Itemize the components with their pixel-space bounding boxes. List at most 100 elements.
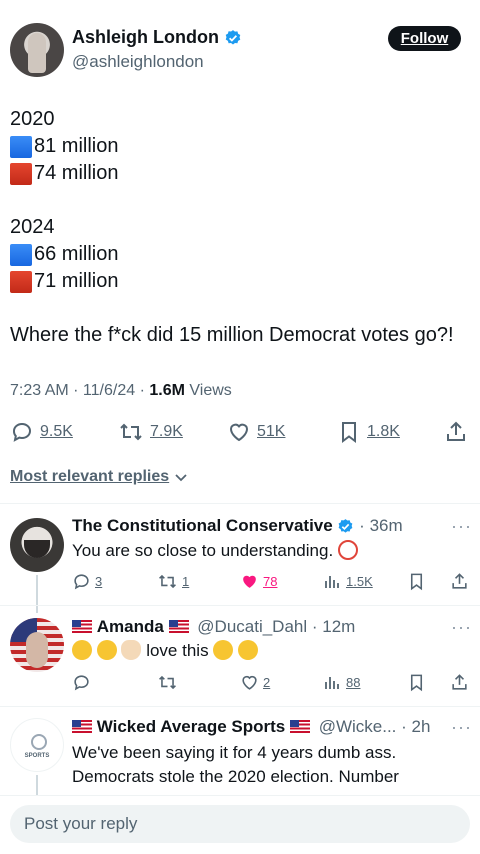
reply-author-name[interactable]: Amanda — [97, 617, 164, 636]
reply-time[interactable]: 12m — [322, 617, 355, 636]
reply-like-action[interactable]: 78 — [240, 572, 277, 591]
reply-avatar[interactable]: SPORTS — [10, 718, 64, 772]
post-line-2020-red: 74 million — [10, 160, 454, 187]
more-options-icon[interactable]: ··· — [451, 717, 472, 738]
author-handle: @ashleighlondon — [72, 52, 204, 71]
reply-icon — [72, 673, 91, 692]
reply-author-handle[interactable]: @Ducati_Dahl — [197, 617, 307, 636]
reply-share-action[interactable] — [450, 673, 469, 692]
reply-views-action[interactable]: 1.5K — [324, 572, 373, 590]
reply-avatar[interactable] — [10, 618, 64, 672]
laughing-emoji-icon — [238, 639, 259, 660]
share-action[interactable] — [444, 420, 468, 444]
reply-avatar[interactable] — [10, 518, 64, 572]
post-date[interactable]: 11/6/24 — [83, 382, 135, 399]
post-question: Where the f*ck did 15 million Democrat v… — [10, 324, 454, 346]
reply-reply-action[interactable]: 3 — [72, 572, 102, 591]
reply-repost-action[interactable]: 1 — [157, 572, 189, 591]
like-count: 2 — [263, 675, 271, 690]
more-options-icon[interactable]: ··· — [451, 516, 472, 537]
share-icon — [450, 572, 469, 591]
repost-count: 7.9K — [150, 423, 183, 440]
reply-author-name[interactable]: Wicked Average Sports — [97, 717, 286, 736]
divider — [0, 706, 480, 707]
reply-icon — [10, 420, 34, 444]
reply-text-body: love this — [146, 641, 209, 660]
like-count: 78 — [263, 574, 278, 589]
reply-bookmark-action[interactable] — [407, 572, 426, 591]
share-icon — [450, 673, 469, 692]
reply-time[interactable]: 36m — [370, 516, 403, 535]
reply-views-action[interactable]: 88 — [324, 673, 360, 691]
repost-icon — [157, 572, 178, 591]
heart-icon — [227, 420, 251, 444]
red-square-icon — [10, 162, 32, 185]
post-meta: 7:23 AM · 11/6/24 · 1.6M Views — [10, 382, 232, 399]
laughing-emoji-icon — [96, 639, 117, 660]
bookmark-icon — [407, 673, 426, 692]
bookmark-count: 1.8K — [367, 423, 400, 440]
post-views-count: 1.6M — [149, 382, 185, 399]
like-action[interactable]: 51K — [227, 420, 285, 444]
views-count: 1.5K — [346, 573, 373, 589]
views-icon — [324, 673, 342, 691]
reply-reply-action[interactable] — [72, 673, 95, 692]
thread-line — [36, 775, 38, 797]
reply-author-name[interactable]: The Constitutional Conservative — [72, 516, 333, 535]
divider — [0, 503, 480, 504]
post-time[interactable]: 7:23 AM — [10, 382, 69, 399]
reply-like-action[interactable]: 2 — [240, 673, 270, 692]
post-line-2024-red: 71 million — [10, 268, 454, 295]
post-line-2024-blue: 66 million — [10, 241, 454, 268]
post-year-2020: 2020 — [10, 108, 55, 130]
reply-repost-action[interactable] — [157, 673, 182, 692]
reply-bookmark-action[interactable] — [407, 673, 426, 692]
red-votes-2020: 74 million — [34, 162, 119, 184]
repost-icon — [118, 420, 144, 444]
reply-share-action[interactable] — [450, 572, 469, 591]
reply-author-handle[interactable]: @Wicke... — [319, 717, 397, 736]
replies-sort-label: Most relevant replies — [10, 468, 170, 485]
reply-text-body: You are so close to understanding. — [72, 541, 334, 560]
reply-count: 3 — [95, 574, 103, 589]
reply-text: You are so close to understanding. — [72, 539, 358, 562]
us-flag-icon — [289, 720, 310, 734]
author-avatar[interactable] — [10, 23, 64, 77]
reply-action[interactable]: 9.5K — [10, 420, 73, 444]
divider — [0, 605, 480, 606]
verified-badge-icon — [337, 518, 354, 535]
clapping-hands-emoji-icon — [121, 639, 142, 660]
blue-votes-2020: 81 million — [34, 135, 119, 157]
clown-emoji-icon — [337, 539, 358, 560]
laughing-emoji-icon — [72, 639, 92, 660]
post-views-label: Views — [189, 382, 232, 399]
reply-count: 9.5K — [40, 423, 73, 440]
avatar-logo-text: SPORTS — [24, 753, 50, 759]
reply-header: Amanda @Ducati_Dahl · 12m — [72, 617, 355, 637]
bookmark-action[interactable]: 1.8K — [337, 420, 400, 444]
reply-composer-input[interactable]: Post your reply — [10, 805, 470, 843]
post-line-2020-blue: 81 million — [10, 133, 454, 160]
reply-time[interactable]: 2h — [412, 717, 431, 736]
follow-button[interactable]: Follow — [388, 26, 461, 51]
red-square-icon — [10, 270, 32, 293]
author-name-row[interactable]: Ashleigh London — [72, 27, 242, 48]
post-body: 2020 81 million 74 million 2024 66 milli… — [10, 106, 454, 349]
more-options-icon[interactable]: ··· — [451, 617, 472, 638]
reply-text: love this — [72, 639, 259, 662]
author-name[interactable]: Ashleigh London — [72, 27, 219, 47]
heart-icon — [240, 673, 259, 692]
blue-votes-2024: 66 million — [34, 243, 119, 265]
repost-count: 1 — [182, 574, 190, 589]
reply-icon — [72, 572, 91, 591]
replies-sort-dropdown[interactable]: Most relevant replies — [10, 468, 188, 486]
thread-line — [36, 575, 38, 613]
follow-button-label: Follow — [400, 30, 449, 47]
views-count: 88 — [346, 674, 361, 690]
heart-filled-icon — [240, 572, 259, 591]
blue-square-icon — [10, 135, 32, 158]
repost-action[interactable]: 7.9K — [118, 420, 183, 444]
us-flag-icon — [168, 620, 189, 634]
verified-badge-icon — [224, 29, 242, 47]
reply-header: Wicked Average Sports @Wicke... · 2h — [72, 717, 430, 737]
